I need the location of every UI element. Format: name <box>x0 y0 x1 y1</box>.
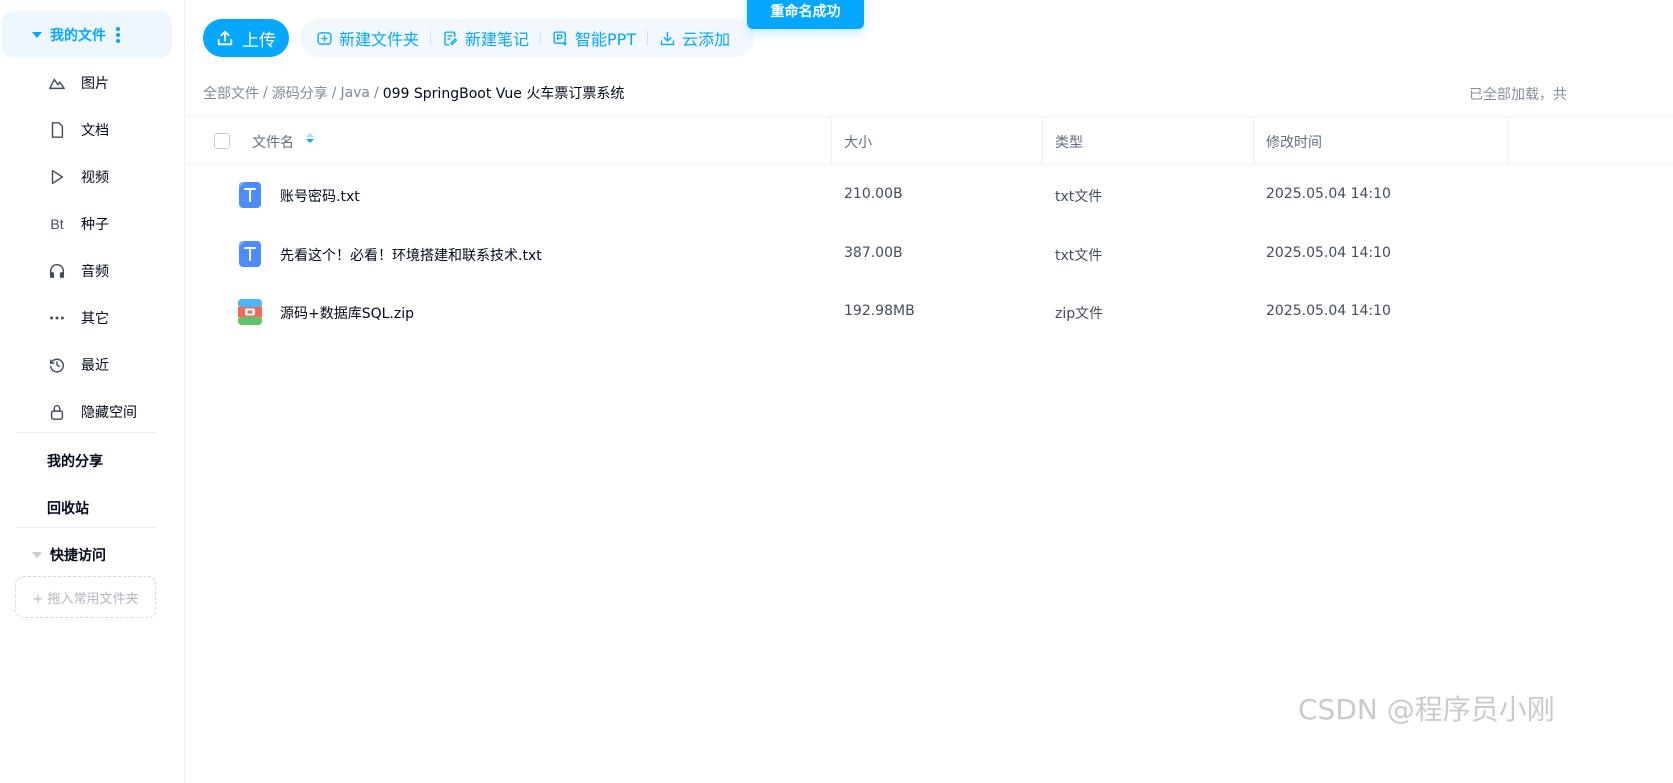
rename-success-toast: 重命名成功 <box>747 0 864 29</box>
file-size: 387.00B <box>844 245 903 261</box>
file-name[interactable]: 账号密码.txt <box>280 186 360 206</box>
file-modified: 2025.05.04 14:10 <box>1266 245 1391 261</box>
file-name[interactable]: 源码+数据库SQL.zip <box>280 303 414 323</box>
action-bar: 新建文件夹 新建笔记 智能PPT 云添加 <box>300 19 755 57</box>
table-row[interactable]: 账号密码.txt 210.00B txt文件 2025.05.04 14:10 <box>186 165 1673 223</box>
sidebar-item-label: 其它 <box>81 310 109 327</box>
add-folder-icon <box>317 31 332 45</box>
load-status: 已全部加载，共 <box>1469 87 1567 103</box>
breadcrumb-item[interactable]: 全部文件 <box>203 83 259 103</box>
document-icon <box>47 120 67 140</box>
sidebar-item-label: 音频 <box>81 263 109 280</box>
breadcrumb-separator: / <box>374 85 379 101</box>
breadcrumb-item[interactable]: Java <box>340 85 370 101</box>
column-divider[interactable] <box>831 117 832 164</box>
breadcrumb-separator: / <box>331 85 337 101</box>
sidebar-item-label: 种子 <box>81 216 109 233</box>
watermark: CSDN @程序员小刚 <box>1298 693 1555 726</box>
column-divider[interactable] <box>1253 117 1254 164</box>
breadcrumb-separator: / <box>263 85 268 101</box>
breadcrumb-current: 099 SpringBoot Vue 火车票订票系统 <box>382 86 625 102</box>
sidebar-item-documents[interactable]: 文档 <box>0 106 185 153</box>
new-note-label: 新建笔记 <box>465 30 530 49</box>
toolbar-separator <box>647 31 649 45</box>
smart-ppt-button[interactable]: 智能PPT <box>548 26 640 50</box>
column-header-name[interactable]: 文件名 <box>252 132 294 152</box>
table-row[interactable]: 先看这个！必看！环境搭建和联系技术.txt 387.00B txt文件 2025… <box>186 224 1673 282</box>
zip-file-icon <box>238 299 262 325</box>
sidebar-item-videos[interactable]: 视频 <box>0 153 185 200</box>
toolbar-separator <box>540 31 542 45</box>
breadcrumb-item[interactable]: 源码分享 <box>272 83 328 103</box>
toolbar-separator <box>430 31 432 45</box>
sidebar-item-label: 隐藏空间 <box>81 404 137 421</box>
upload-icon <box>217 30 233 46</box>
new-note-button[interactable]: 新建笔记 <box>438 26 533 50</box>
sidebar: 我的文件 图片 文档 视频 Bt 种子 音频 其它 最近 隐藏空间 我的分享 回… <box>0 0 185 783</box>
note-icon <box>444 30 458 46</box>
my-files-header[interactable]: 我的文件 <box>2 11 172 58</box>
ppt-icon <box>553 30 568 46</box>
lock-icon <box>47 402 67 422</box>
txt-file-icon <box>239 182 261 208</box>
sidebar-divider <box>16 432 156 433</box>
file-name[interactable]: 先看这个！必看！环境搭建和联系技术.txt <box>280 245 542 265</box>
sidebar-item-torrents[interactable]: Bt 种子 <box>0 200 185 247</box>
cloud-add-label: 云添加 <box>682 30 731 49</box>
column-header-size: 大小 <box>844 135 872 151</box>
sidebar-item-images[interactable]: 图片 <box>0 59 185 106</box>
table-header: 文件名 大小 类型 修改时间 <box>186 116 1673 165</box>
file-type: txt文件 <box>1055 189 1103 205</box>
sidebar-item-label: 图片 <box>81 75 109 92</box>
sidebar-item-other[interactable]: 其它 <box>0 294 185 341</box>
column-header-type: 类型 <box>1055 135 1083 151</box>
select-all-checkbox[interactable] <box>214 133 230 149</box>
sidebar-item-audio[interactable]: 音频 <box>0 247 185 294</box>
download-icon <box>660 31 675 45</box>
sidebar-item-recent[interactable]: 最近 <box>0 341 185 388</box>
torrent-icon: Bt <box>50 215 64 232</box>
sort-icon[interactable] <box>306 133 314 143</box>
file-type: txt文件 <box>1055 248 1103 264</box>
sidebar-divider <box>16 527 156 528</box>
app-window: 我的文件 图片 文档 视频 Bt 种子 音频 其它 最近 隐藏空间 我的分享 回… <box>0 0 1673 783</box>
history-icon <box>47 355 67 375</box>
caret-down-icon <box>32 31 42 38</box>
upload-button[interactable]: 上传 <box>203 19 289 57</box>
video-icon <box>47 167 67 187</box>
cloud-add-button[interactable]: 云添加 <box>655 26 734 50</box>
breadcrumb: 全部文件 / 源码分享 / Java / 099 SpringBoot Vue … <box>203 83 624 103</box>
sidebar-item-recycle-bin[interactable]: 回收站 <box>47 498 89 518</box>
file-modified: 2025.05.04 14:10 <box>1266 303 1391 319</box>
table-row[interactable]: 源码+数据库SQL.zip 192.98MB zip文件 2025.05.04 … <box>186 282 1673 340</box>
file-category-list: 图片 文档 视频 Bt 种子 音频 其它 最近 隐藏空间 <box>0 59 185 435</box>
column-divider[interactable] <box>1042 117 1043 164</box>
more-vertical-icon[interactable] <box>116 26 120 43</box>
quick-access-drop-zone[interactable]: + 拖入常用文件夹 <box>15 576 156 618</box>
headphones-icon <box>47 261 67 281</box>
file-modified: 2025.05.04 14:10 <box>1266 186 1391 202</box>
file-size: 192.98MB <box>844 303 915 319</box>
sidebar-item-hidden-space[interactable]: 隐藏空间 <box>0 388 185 435</box>
txt-file-icon <box>239 241 261 267</box>
file-size: 210.00B <box>844 186 903 202</box>
sidebar-item-label: 视频 <box>81 169 109 186</box>
quick-access-label: 快捷访问 <box>50 548 106 564</box>
smart-ppt-label: 智能PPT <box>575 30 637 49</box>
new-folder-label: 新建文件夹 <box>339 30 420 49</box>
my-files-label: 我的文件 <box>50 27 106 44</box>
caret-down-icon <box>32 552 42 558</box>
file-type: zip文件 <box>1055 306 1104 322</box>
column-divider[interactable] <box>1508 117 1509 164</box>
sidebar-item-label: 文档 <box>81 122 109 139</box>
more-horizontal-icon <box>47 308 67 328</box>
new-folder-button[interactable]: 新建文件夹 <box>312 26 423 50</box>
sidebar-item-my-share[interactable]: 我的分享 <box>47 451 103 471</box>
image-icon <box>47 73 67 93</box>
upload-label: 上传 <box>242 30 276 51</box>
quick-access-header[interactable]: 快捷访问 <box>32 545 106 565</box>
column-header-modified: 修改时间 <box>1266 135 1322 151</box>
sidebar-item-label: 最近 <box>81 357 109 374</box>
